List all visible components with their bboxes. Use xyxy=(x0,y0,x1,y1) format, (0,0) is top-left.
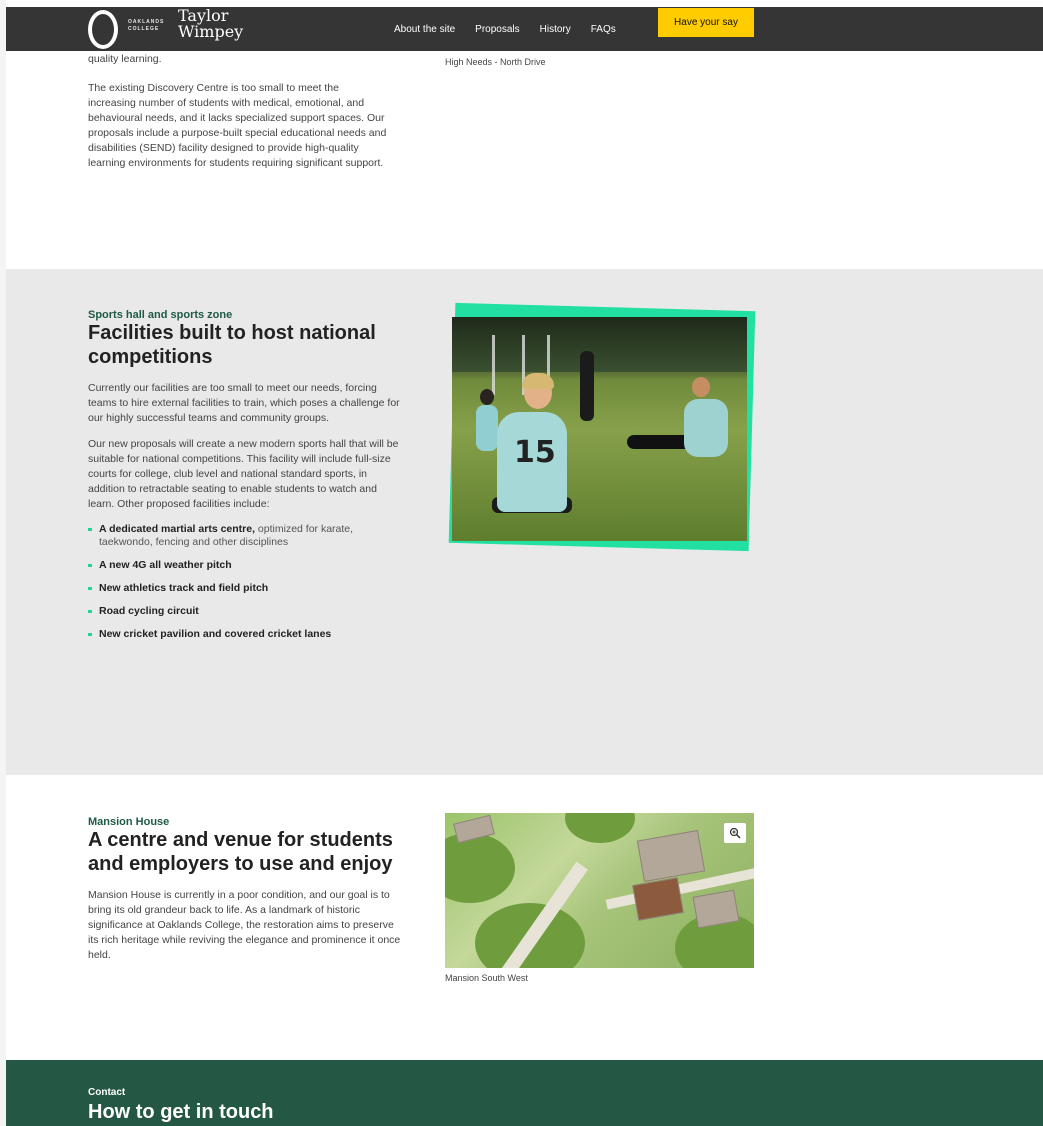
list-item: New athletics track and field pitch xyxy=(88,582,401,595)
logo-college-text: OAKLANDS COLLEGE xyxy=(128,19,165,32)
nav-about[interactable]: About the site xyxy=(394,24,455,35)
mansion-image-caption: Mansion South West xyxy=(445,973,528,983)
discovery-text-top: quality learning. xyxy=(88,53,162,65)
contact-heading: How to get in touch xyxy=(88,1101,274,1123)
magnifier-plus-icon xyxy=(729,827,741,839)
shirt-number: 15 xyxy=(514,435,556,470)
nav-faqs[interactable]: FAQs xyxy=(591,24,616,35)
players-on-pitch-image: 15 xyxy=(452,317,747,541)
mansion-paragraph: Mansion House is currently in a poor con… xyxy=(88,889,401,961)
nav-history[interactable]: History xyxy=(540,24,571,35)
sports-section: Sports hall and sports zone Facilities b… xyxy=(6,269,1043,775)
discovery-section: quality learning. The existing Discovery… xyxy=(6,51,1043,269)
sports-photo: 15 xyxy=(446,302,756,552)
list-item: A dedicated martial arts centre, optimiz… xyxy=(88,523,401,549)
page: OAKLANDS COLLEGE Taylor Wimpey About the… xyxy=(6,0,1043,1126)
list-item: Road cycling circuit xyxy=(88,605,401,618)
have-your-say-button[interactable]: Have your say xyxy=(658,8,754,37)
mansion-section: Mansion House A centre and venue for stu… xyxy=(6,775,1043,1060)
list-item: New cricket pavilion and covered cricket… xyxy=(88,628,401,641)
discovery-image-caption: High Needs - North Drive xyxy=(445,57,546,67)
contact-section: Contact How to get in touch xyxy=(6,1060,1043,1126)
mansion-eyebrow: Mansion House xyxy=(88,816,170,828)
site-header: OAKLANDS COLLEGE Taylor Wimpey About the… xyxy=(6,7,1043,51)
main-nav: About the site Proposals History FAQs xyxy=(394,7,636,51)
contact-eyebrow: Contact xyxy=(88,1087,126,1098)
discovery-paragraph: The existing Discovery Centre is too sma… xyxy=(88,82,387,169)
logo-tw-text: Taylor Wimpey xyxy=(178,6,244,41)
taylor-wimpey-logo[interactable]: Taylor Wimpey xyxy=(178,8,248,40)
sports-paragraph-1: Currently our facilities are too small t… xyxy=(88,382,400,424)
zoom-button[interactable] xyxy=(724,823,746,843)
nav-proposals[interactable]: Proposals xyxy=(475,24,519,35)
facilities-list: A dedicated martial arts centre, optimiz… xyxy=(88,523,401,641)
sports-heading: Facilities built to host national compet… xyxy=(88,322,376,368)
list-item: A new 4G all weather pitch xyxy=(88,559,401,572)
mansion-aerial-image[interactable] xyxy=(445,813,754,968)
sports-paragraph-2: Our new proposals will create a new mode… xyxy=(88,438,399,510)
sports-eyebrow: Sports hall and sports zone xyxy=(88,309,233,321)
mansion-heading: A centre and venue for students and empl… xyxy=(88,829,393,875)
oaklands-logo-icon[interactable] xyxy=(88,10,118,49)
